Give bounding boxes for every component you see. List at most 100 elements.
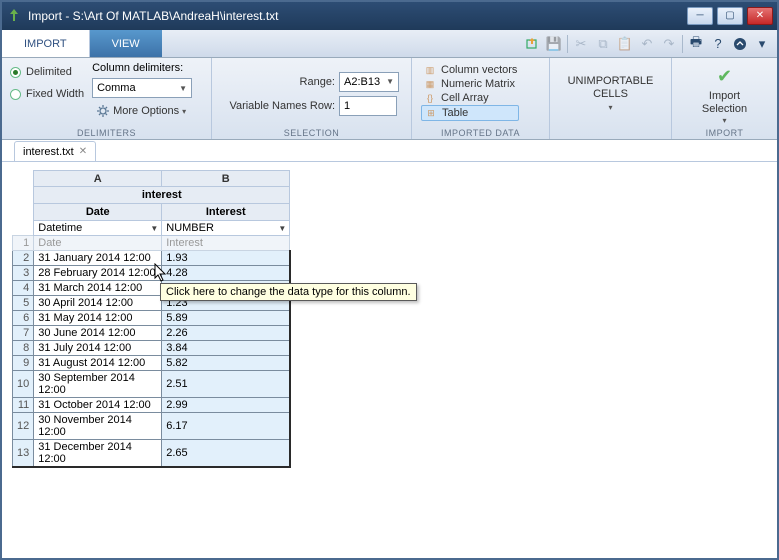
cell-interest[interactable]: 3.84	[162, 341, 290, 356]
table-row[interactable]: 1230 November 2014 12:006.17	[13, 413, 290, 440]
cell-interest[interactable]: 2.65	[162, 440, 290, 468]
chevron-down-icon: ▼	[150, 224, 158, 233]
undo-icon[interactable]: ↶	[638, 35, 656, 53]
app-icon	[6, 8, 22, 24]
var-header-interest[interactable]: Interest	[162, 204, 290, 221]
cell-array-icon: {}	[423, 92, 437, 104]
more-options-button[interactable]: More Options▾	[92, 102, 192, 120]
varnames-row-label: Variable Names Row:	[220, 100, 335, 112]
chevron-down-icon: ▾	[182, 107, 186, 116]
close-tab-icon[interactable]: ✕	[79, 146, 87, 157]
cut-icon[interactable]: ✂	[572, 35, 590, 53]
cell-interest[interactable]: 2.26	[162, 326, 290, 341]
quick-access-toolbar: 💾 ✂ ⧉ 📋 ↶ ↷ 🖶 ? ▾	[523, 30, 777, 57]
window-title: Import - S:\Art Of MATLAB\AndreaH\intere…	[28, 9, 683, 23]
varnames-row-input[interactable]	[339, 96, 397, 116]
row-header[interactable]: 4	[13, 281, 34, 296]
table-row[interactable]: 931 August 2014 12:005.82	[13, 356, 290, 371]
type-table[interactable]: ⊞Table	[421, 105, 519, 121]
cell-interest[interactable]: 5.89	[162, 311, 290, 326]
data-sheet[interactable]: A B interest Date Interest Datetime▼ NUM…	[2, 162, 777, 558]
minimize-button[interactable]: ─	[687, 7, 713, 25]
row-header[interactable]: 12	[13, 413, 34, 440]
cell-interest[interactable]: 2.51	[162, 371, 290, 398]
col-header-A[interactable]: A	[34, 171, 162, 187]
group-label-selection: SELECTION	[212, 128, 411, 138]
tab-view[interactable]: VIEW	[90, 30, 162, 57]
cell-date[interactable]: 31 May 2014 12:00	[34, 311, 162, 326]
type-numeric-matrix[interactable]: ▦Numeric Matrix	[421, 77, 519, 91]
ribbon: Delimited Fixed Width Column delimiters:…	[2, 58, 777, 140]
cell-interest[interactable]: 4.28	[162, 266, 290, 281]
cell-date[interactable]: 31 January 2014 12:00	[34, 251, 162, 266]
chevron-down-icon: ▾	[722, 116, 726, 125]
redo-icon[interactable]: ↷	[660, 35, 678, 53]
help-icon[interactable]: ?	[709, 35, 727, 53]
row-header[interactable]: 9	[13, 356, 34, 371]
row-header[interactable]: 6	[13, 311, 34, 326]
row-header[interactable]: 1	[13, 236, 34, 251]
radio-delimited[interactable]: Delimited	[10, 66, 84, 78]
row-header[interactable]: 3	[13, 266, 34, 281]
cell-interest[interactable]: 6.17	[162, 413, 290, 440]
cell-date[interactable]: 30 September 2014 12:00	[34, 371, 162, 398]
close-button[interactable]: ✕	[747, 7, 773, 25]
table-row[interactable]: 1030 September 2014 12:002.51	[13, 371, 290, 398]
radio-on-icon	[10, 67, 21, 78]
type-column-vectors[interactable]: ▥Column vectors	[421, 63, 519, 77]
table-row[interactable]: 631 May 2014 12:005.89	[13, 311, 290, 326]
table-icon: ⊞	[424, 107, 438, 119]
type-cell-array[interactable]: {}Cell Array	[421, 91, 519, 105]
name-row-date: Date	[34, 236, 162, 251]
tab-import[interactable]: IMPORT	[2, 30, 90, 57]
cell-date[interactable]: 30 November 2014 12:00	[34, 413, 162, 440]
row-header[interactable]: 13	[13, 440, 34, 468]
row-header[interactable]: 8	[13, 341, 34, 356]
chevron-down-icon: ▼	[179, 84, 187, 93]
row-header[interactable]: 10	[13, 371, 34, 398]
row-header[interactable]: 2	[13, 251, 34, 266]
unimportable-cells-button[interactable]: UNIMPORTABLE CELLS ▾	[558, 62, 663, 125]
table-row[interactable]: 730 June 2014 12:002.26	[13, 326, 290, 341]
cell-date[interactable]: 28 February 2014 12:00	[34, 266, 162, 281]
column-delimiters-select[interactable]: Comma▼	[92, 78, 192, 98]
maximize-button[interactable]: ▢	[717, 7, 743, 25]
print-icon[interactable]: 🖶	[687, 35, 705, 53]
cell-interest[interactable]: 2.99	[162, 398, 290, 413]
copy-icon[interactable]: ⧉	[594, 35, 612, 53]
table-row[interactable]: 231 January 2014 12:001.93	[13, 251, 290, 266]
cell-interest[interactable]: 1.93	[162, 251, 290, 266]
popout-icon[interactable]	[523, 35, 541, 53]
radio-fixed-width[interactable]: Fixed Width	[10, 88, 84, 100]
table-row[interactable]: 328 February 2014 12:004.28	[13, 266, 290, 281]
save-icon[interactable]: 💾	[545, 35, 563, 53]
cell-date[interactable]: 31 December 2014 12:00	[34, 440, 162, 468]
table-name-cell[interactable]: interest	[34, 187, 290, 204]
type-selector-interest[interactable]: NUMBER▼	[162, 221, 290, 236]
var-header-date[interactable]: Date	[34, 204, 162, 221]
col-header-B[interactable]: B	[162, 171, 290, 187]
cell-interest[interactable]: 5.82	[162, 356, 290, 371]
range-select[interactable]: A2:B13▼	[339, 72, 399, 92]
row-header[interactable]: 5	[13, 296, 34, 311]
cell-date[interactable]: 30 June 2014 12:00	[34, 326, 162, 341]
type-selector-date[interactable]: Datetime▼	[34, 221, 162, 236]
doc-tab-interest[interactable]: interest.txt ✕	[14, 141, 96, 161]
cell-date[interactable]: 30 April 2014 12:00	[34, 296, 162, 311]
paste-icon[interactable]: 📋	[616, 35, 634, 53]
table-row[interactable]: 1331 December 2014 12:002.65	[13, 440, 290, 468]
import-selection-button[interactable]: ✔ Import Selection ▾	[694, 62, 755, 127]
cell-date[interactable]: 31 July 2014 12:00	[34, 341, 162, 356]
cell-date[interactable]: 31 August 2014 12:00	[34, 356, 162, 371]
cell-date[interactable]: 31 October 2014 12:00	[34, 398, 162, 413]
range-label: Range:	[220, 76, 335, 88]
output-type-list[interactable]: ▥Column vectors ▦Numeric Matrix {}Cell A…	[416, 62, 524, 125]
dropdown-icon[interactable]: ▾	[753, 35, 771, 53]
table-row[interactable]: 1131 October 2014 12:002.99	[13, 398, 290, 413]
tooltip: Click here to change the data type for t…	[160, 283, 417, 301]
minimize-ribbon-icon[interactable]	[731, 35, 749, 53]
cell-date[interactable]: 31 March 2014 12:00	[34, 281, 162, 296]
row-header[interactable]: 7	[13, 326, 34, 341]
row-header[interactable]: 11	[13, 398, 34, 413]
table-row[interactable]: 831 July 2014 12:003.84	[13, 341, 290, 356]
